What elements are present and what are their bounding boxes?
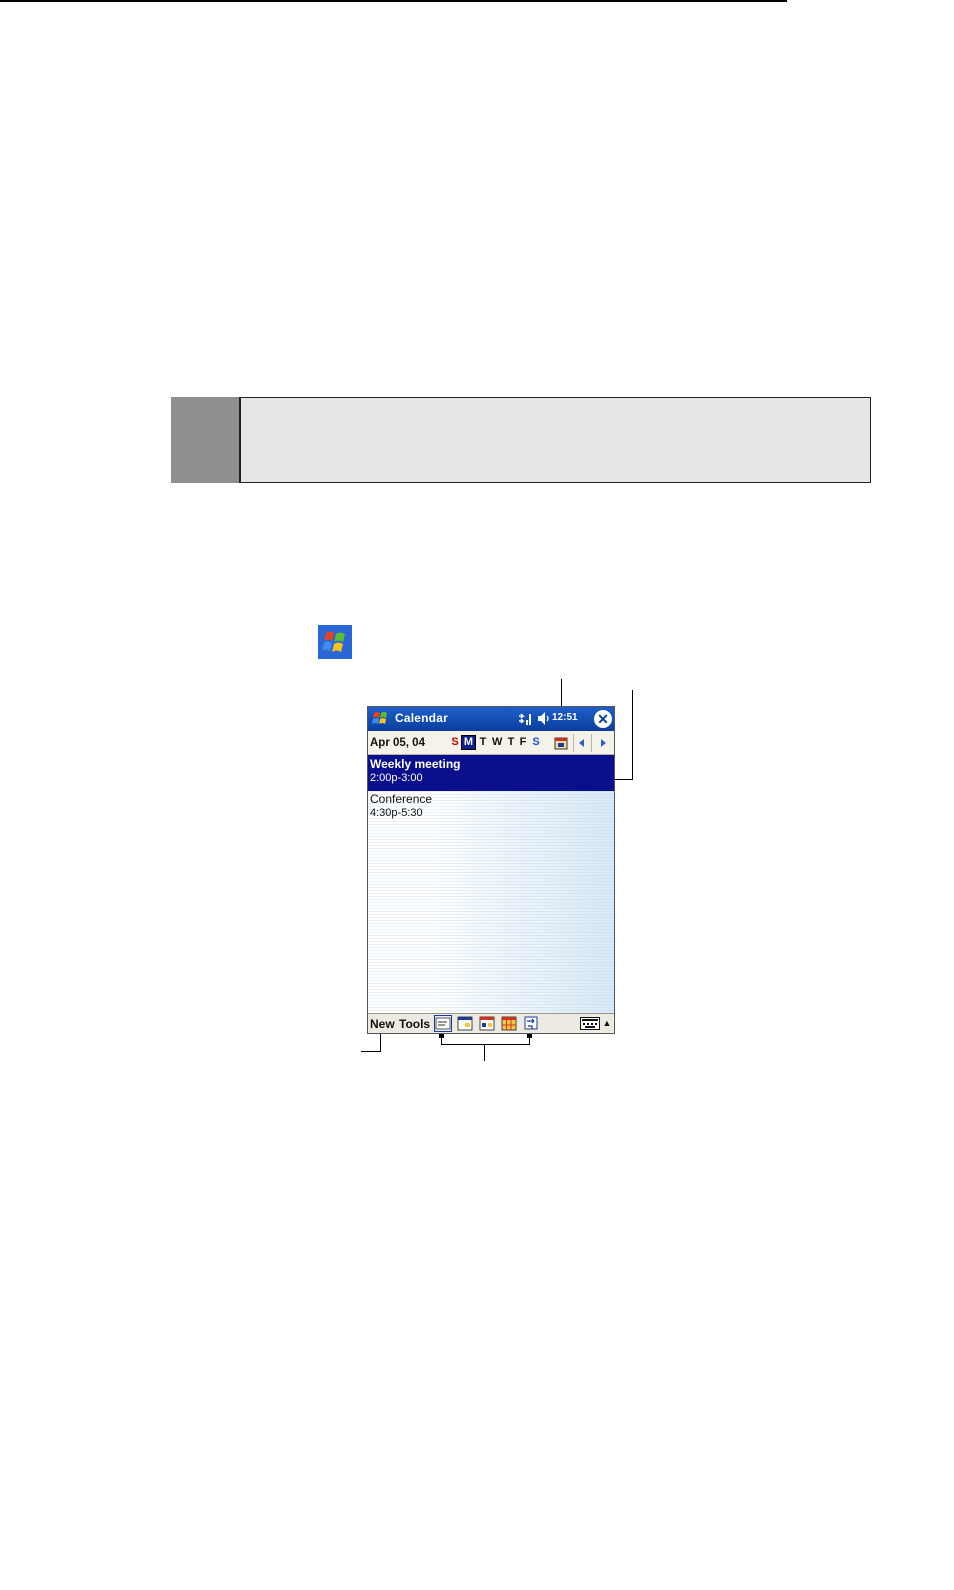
appointment-time: 4:30p-5:30 xyxy=(370,807,423,819)
day-tuesday[interactable]: T xyxy=(478,736,488,748)
top-rule xyxy=(0,0,787,2)
agenda-list: Weekly meeting 2:00p-3:00 Conference 4:3… xyxy=(368,755,614,1013)
pocket-pc-screen: Calendar 12:51 ✕ Apr 05, 04 S M T W T F … xyxy=(367,706,615,1034)
callout-bracket-views xyxy=(441,1044,530,1045)
input-panel-arrow-icon[interactable]: ▲ xyxy=(602,1017,612,1030)
appointment-title: Conference xyxy=(370,792,433,806)
clock[interactable]: 12:51 xyxy=(552,712,578,723)
start-menu-icon[interactable] xyxy=(371,710,390,728)
tools-menu[interactable]: Tools xyxy=(399,1017,430,1031)
keyboard-icon[interactable] xyxy=(580,1017,600,1030)
day-sunday[interactable]: S xyxy=(450,736,460,748)
callout-line-new-h xyxy=(361,1051,381,1052)
year-view-icon[interactable] xyxy=(522,1015,540,1032)
day-saturday[interactable]: S xyxy=(531,736,541,748)
appointment-item-selected[interactable]: Weekly meeting 2:00p-3:00 xyxy=(368,755,614,791)
callout-line-appointment xyxy=(632,690,633,780)
title-bar: Calendar 12:51 ✕ xyxy=(368,707,614,731)
day-view-icon[interactable] xyxy=(456,1015,474,1032)
appointment-time: 2:00p-3:00 xyxy=(370,772,423,784)
next-arrow-icon[interactable] xyxy=(596,736,610,750)
new-menu[interactable]: New xyxy=(370,1017,395,1031)
note-box-side-tab xyxy=(171,397,241,483)
callout-line-appointment-h xyxy=(612,779,633,780)
current-date[interactable]: Apr 05, 04 xyxy=(370,737,425,749)
callout-line-views-stem xyxy=(484,1044,485,1061)
prev-arrow-icon[interactable] xyxy=(575,736,589,750)
close-icon[interactable]: ✕ xyxy=(594,710,612,728)
note-box xyxy=(171,397,871,483)
appointment-item[interactable]: Conference 4:30p-5:30 xyxy=(368,791,614,827)
day-thursday[interactable]: T xyxy=(506,736,516,748)
windows-flag-icon xyxy=(318,625,352,659)
separator xyxy=(573,734,574,752)
callout-line-new xyxy=(380,1033,381,1052)
day-friday[interactable]: F xyxy=(518,736,528,748)
date-bar: Apr 05, 04 S M T W T F S xyxy=(368,731,614,755)
appointment-title: Weekly meeting xyxy=(370,757,461,771)
app-title: Calendar xyxy=(395,711,448,725)
separator xyxy=(591,734,592,752)
day-monday-selected[interactable]: M xyxy=(461,735,476,750)
week-view-icon[interactable] xyxy=(478,1015,496,1032)
command-bar: New Tools ▲ xyxy=(368,1013,614,1033)
day-wednesday[interactable]: W xyxy=(492,736,502,748)
volume-icon[interactable] xyxy=(536,711,550,726)
agenda-view-icon[interactable] xyxy=(434,1015,452,1032)
goto-today-icon[interactable] xyxy=(554,735,570,750)
month-view-icon[interactable] xyxy=(500,1015,518,1032)
signal-icon[interactable] xyxy=(518,711,532,726)
